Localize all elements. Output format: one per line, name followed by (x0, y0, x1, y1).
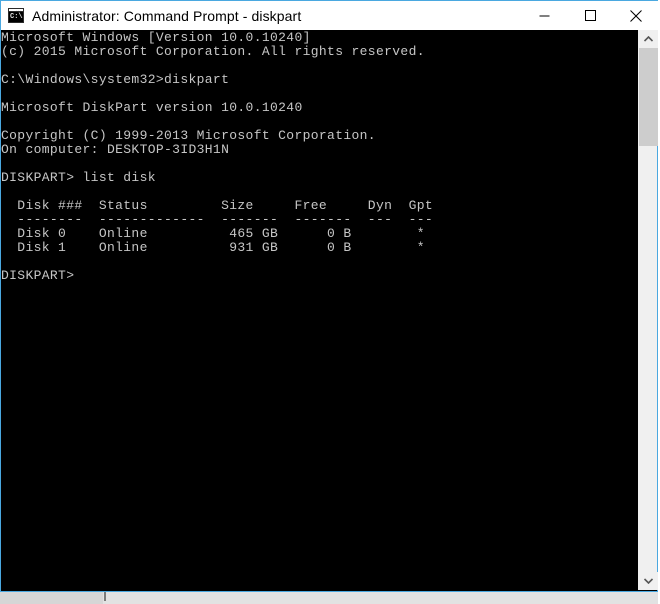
close-button[interactable] (613, 1, 659, 31)
console-text: Microsoft Windows [Version 10.0.10240] (… (1, 30, 434, 283)
icon-prompt-glyph: C:\. (9, 12, 23, 22)
command-prompt-icon: ··· C:\. (8, 8, 24, 23)
title-bar[interactable]: ··· C:\. Administrator: Command Prompt -… (1, 0, 659, 30)
taskbar-strip-left (0, 592, 103, 604)
scroll-down-arrow-icon[interactable] (639, 572, 658, 590)
taskbar-strip-divider (104, 592, 106, 601)
vertical-scrollbar[interactable] (638, 30, 658, 590)
maximize-button[interactable] (567, 1, 613, 31)
console-output-area[interactable]: Microsoft Windows [Version 10.0.10240] (… (1, 30, 657, 590)
minimize-button[interactable] (521, 1, 567, 31)
scroll-up-arrow-icon[interactable] (639, 30, 658, 48)
taskbar-strip (0, 592, 660, 604)
scrollbar-thumb[interactable] (639, 48, 658, 146)
window-title: Administrator: Command Prompt - diskpart (32, 7, 302, 24)
command-prompt-window: ··· C:\. Administrator: Command Prompt -… (0, 0, 659, 592)
